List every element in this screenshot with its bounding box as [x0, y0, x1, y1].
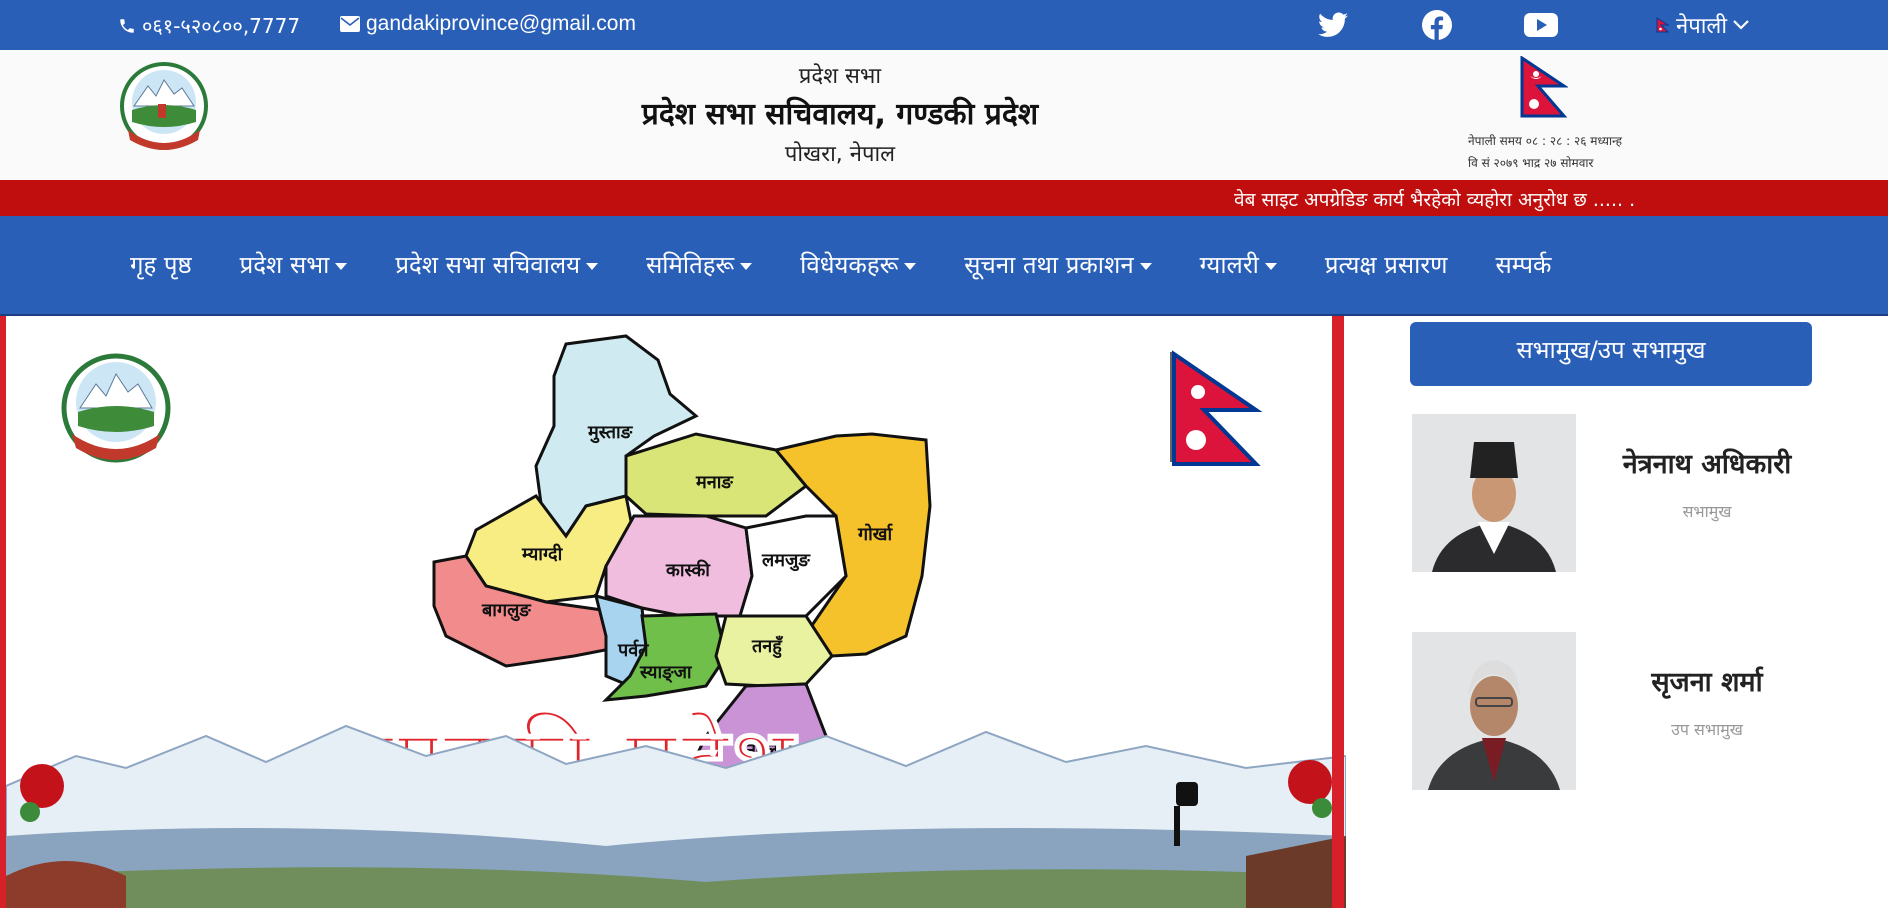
hero-banner: मुस्ताङ मनाङ म्याग्दी गोर्खा कास्की लमजु… [0, 316, 1346, 908]
nav-item-label: प्रदेश सभा सचिवालय [395, 251, 581, 279]
language-label: नेपाली [1676, 14, 1728, 39]
nav-item-label: प्रदेश सभा [239, 251, 330, 279]
nav-item-label: समितिहरू [646, 251, 735, 279]
banner-right-border [1332, 316, 1344, 908]
nav-list: गृह पृष्ठ प्रदेश सभा प्रदेश सभा सचिवालय समि… [130, 248, 1551, 281]
nav-item[interactable]: विधेयकहरू [800, 248, 917, 281]
nav-item-label: विधेयकहरू [800, 251, 899, 279]
caret-down-icon [335, 263, 348, 270]
speaker-card[interactable]: नेत्रनाथ अधिकारी सभामुख [1412, 414, 1812, 574]
deputy-speaker-card[interactable]: सृजना शर्मा उप सभामुख [1412, 632, 1812, 792]
envelope-icon [340, 16, 360, 32]
district-label: कास्की [665, 559, 711, 581]
district-label: गोर्खा [857, 523, 894, 545]
nav-item-label: सम्पर्क [1495, 251, 1552, 279]
nav-item[interactable]: प्रदेश सभा [240, 248, 348, 281]
twitter-icon[interactable] [1316, 10, 1350, 40]
phone-icon [120, 18, 134, 33]
province-emblem-large [61, 353, 171, 463]
speaker-section-heading: सभामुख/उप सभामुख [1410, 322, 1812, 386]
header-title-small: प्रदेश सभा [798, 64, 882, 89]
nav-item-label: गृह पृष्ठ [130, 251, 192, 279]
caret-down-icon [1139, 263, 1152, 270]
main-navigation: गृह पृष्ठ प्रदेश सभा प्रदेश सभा सचिवालय समि… [0, 216, 1888, 316]
speaker-role: सभामुख [1682, 502, 1732, 521]
district-label: म्याग्दी [521, 543, 564, 565]
speaker-name: नेत्रनाथ अधिकारी [1622, 449, 1792, 480]
nav-item[interactable]: ग्यालरी [1200, 248, 1277, 281]
nav-item-label: ग्यालरी [1199, 251, 1259, 279]
email-contact[interactable]: gandakiprovince@gmail.com [340, 12, 636, 36]
top-bar: ०६१-५२०८००,7777 gandakiprovince@gmail.co… [0, 0, 1888, 50]
announcement-marquee: वेब साइट अपग्रेडिङ कार्य भैरहेको व्यहोरा… [0, 180, 1888, 216]
nepal-flag-graphic [1170, 350, 1263, 466]
nepal-flag-icon [1656, 17, 1670, 33]
district-label: लमजुङ [761, 550, 811, 572]
nav-item-label: प्रत्यक्ष प्रसारण [1324, 251, 1448, 279]
caret-down-icon [740, 263, 753, 270]
nav-item[interactable]: सूचना तथा प्रकाशन [964, 248, 1152, 281]
marquee-text: वेब साइट अपग्रेडिङ कार्य भैरहेको व्यहोरा… [1234, 189, 1636, 211]
phone-contact[interactable]: ०६१-५२०८००,7777 [118, 12, 300, 39]
district-label: मुस्ताङ [587, 422, 634, 444]
deputy-speaker-role: उप सभामुख [1671, 720, 1743, 739]
deputy-speaker-name: सृजना शर्मा [1651, 667, 1763, 698]
nav-item[interactable]: सम्पर्क [1496, 248, 1552, 281]
chevron-down-icon [1733, 20, 1749, 30]
nav-item[interactable]: गृह पृष्ठ [130, 248, 192, 281]
site-header: प्रदेश सभा प्रदेश सभा सचिवालय, गण्डकी प्… [0, 50, 1888, 180]
nepal-flag-image [1520, 56, 1568, 118]
district-label: मनाङ [695, 472, 734, 493]
caret-down-icon [904, 263, 917, 270]
nav-item[interactable]: समितिहरू [646, 248, 753, 281]
language-selector[interactable]: नेपाली [1656, 10, 1749, 40]
nav-item[interactable]: प्रदेश सभा सचिवालय [395, 248, 599, 281]
header-location: पोखरा, नेपाल [784, 142, 896, 167]
nepali-time: नेपाली समय ०८ : २८ : २६ मध्यान्ह [1468, 134, 1623, 148]
caret-down-icon [586, 263, 599, 270]
caret-down-icon [1264, 263, 1277, 270]
header-title-main: प्रदेश सभा सचिवालय, गण्डकी प्रदेश [641, 97, 1039, 132]
nav-item-label: सूचना तथा प्रकाशन [964, 251, 1134, 279]
speaker-photo [1412, 414, 1576, 572]
phone-text: ०६१-५२०८००,7777 [142, 14, 301, 38]
gandaki-map-illustration: मुस्ताङ मनाङ म्याग्दी गोर्खा कास्की लमजु… [6, 334, 1346, 908]
district-label: तनहुँ [751, 635, 784, 659]
deputy-speaker-photo [1412, 632, 1576, 790]
nav-item[interactable]: प्रत्यक्ष प्रसारण [1325, 248, 1448, 281]
facebook-icon[interactable] [1420, 10, 1454, 40]
district-label: बागलुङ [481, 600, 532, 622]
email-text: gandakiprovince@gmail.com [366, 12, 636, 35]
youtube-icon[interactable] [1524, 10, 1558, 40]
district-label: स्याङ्जा [639, 662, 693, 684]
district-label: पर्वत [617, 639, 649, 661]
nepali-date: वि सं २०७९ भाद्र २७ सोमवार [1468, 156, 1594, 170]
